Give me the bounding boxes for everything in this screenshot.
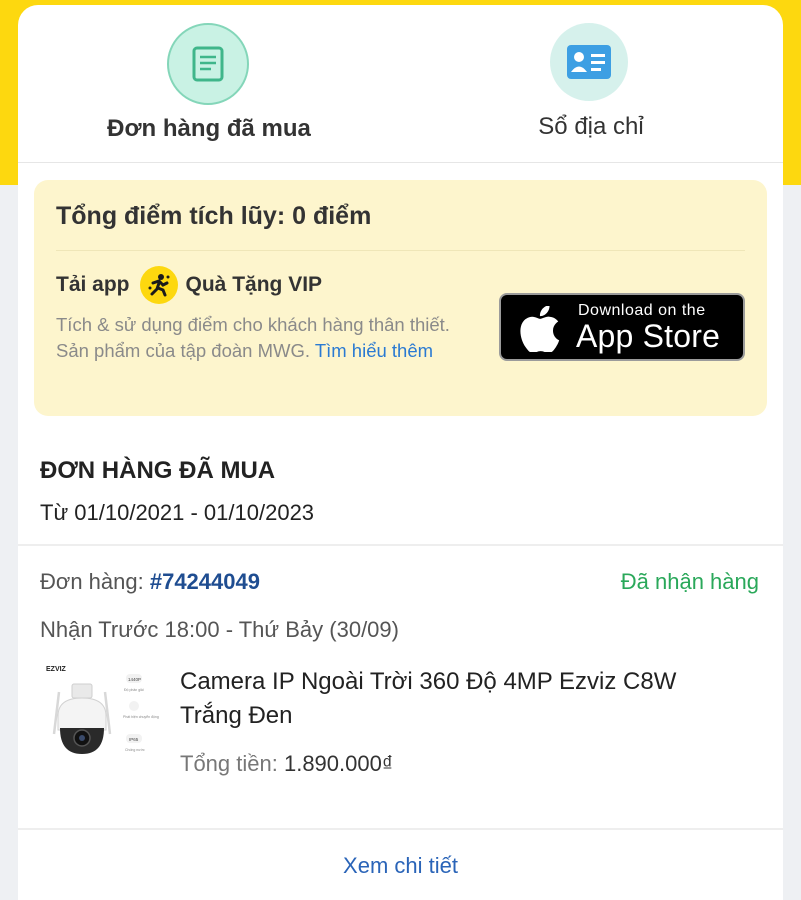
order-status-badge: Đã nhận hàng: [620, 569, 759, 594]
product-brand-logo: EZVIZ: [46, 666, 67, 673]
loyalty-points-box: Tổng điểm tích lũy: 0 điểm Tải app Quà T…: [34, 180, 767, 416]
contact-card-icon: [567, 45, 611, 79]
receipt-icon-circle: [167, 23, 249, 105]
section-divider: [18, 544, 783, 546]
order-total-row: Tổng tiền: 1.890.000₫: [180, 751, 393, 777]
receipt-icon: [192, 46, 224, 82]
app-store-button[interactable]: Download on the App Store: [499, 293, 745, 361]
product-feature-motion: Phát hiện chuyển động: [123, 715, 159, 719]
app-store-big-text: App Store: [576, 318, 721, 354]
orders-section-title: ĐƠN HÀNG ĐÃ MUA: [40, 457, 276, 484]
points-description: Tích & sử dụng điểm cho khách hàng thân …: [56, 312, 486, 364]
order-total-label: Tổng tiền:: [180, 751, 278, 776]
contact-card-icon-circle: [550, 23, 628, 101]
product-feature-resolution-caption: Độ phân giải: [124, 688, 144, 692]
tab-orders-label: Đơn hàng đã mua: [107, 115, 311, 142]
apple-icon: [520, 306, 560, 352]
account-tabs: Đơn hàng đã mua Sổ địa chỉ: [18, 5, 783, 163]
product-feature-ip65: IP65: [129, 737, 139, 742]
vip-app-logo-icon: [139, 266, 178, 304]
points-divider: [56, 250, 745, 251]
order-label: Đơn hàng:: [40, 569, 144, 594]
order-number[interactable]: #74244049: [150, 569, 260, 594]
vip-gift-label: Quà Tặng VIP: [185, 273, 323, 296]
tab-address-book[interactable]: Sổ địa chỉ: [400, 5, 782, 163]
product-feature-resolution: 1440P: [128, 677, 141, 682]
points-total: Tổng điểm tích lũy: 0 điểm: [56, 202, 372, 230]
product-image[interactable]: EZVIZ 1440P Độ phân giải Phát hiện chuyể…: [44, 660, 160, 770]
order-total-amount: 1.890.000₫: [283, 751, 394, 776]
learn-more-link[interactable]: Tìm hiểu thêm: [315, 340, 433, 361]
orders-date-range[interactable]: Từ 01/10/2021 - 01/10/2023: [40, 500, 314, 526]
vip-row: Tải app Quà Tặng VIP: [56, 266, 322, 304]
order-number-row: Đơn hàng: #74244049: [40, 569, 260, 595]
tab-address-label: Sổ địa chỉ: [538, 113, 644, 140]
order-divider: [18, 828, 783, 830]
view-detail-link[interactable]: Xem chi tiết: [18, 853, 783, 879]
account-card: Đơn hàng đã mua Sổ địa chỉ Tổng điểm tíc…: [18, 5, 783, 900]
product-feature-waterproof: Chống nước: [125, 748, 145, 752]
tab-purchased-orders[interactable]: Đơn hàng đã mua: [18, 5, 400, 163]
product-name[interactable]: Camera IP Ngoài Trời 360 Độ 4MP Ezviz C8…: [180, 665, 740, 733]
download-app-label: Tải app: [56, 273, 130, 296]
order-delivery-time: Nhận Trước 18:00 - Thứ Bảy (30/09): [40, 617, 399, 642]
